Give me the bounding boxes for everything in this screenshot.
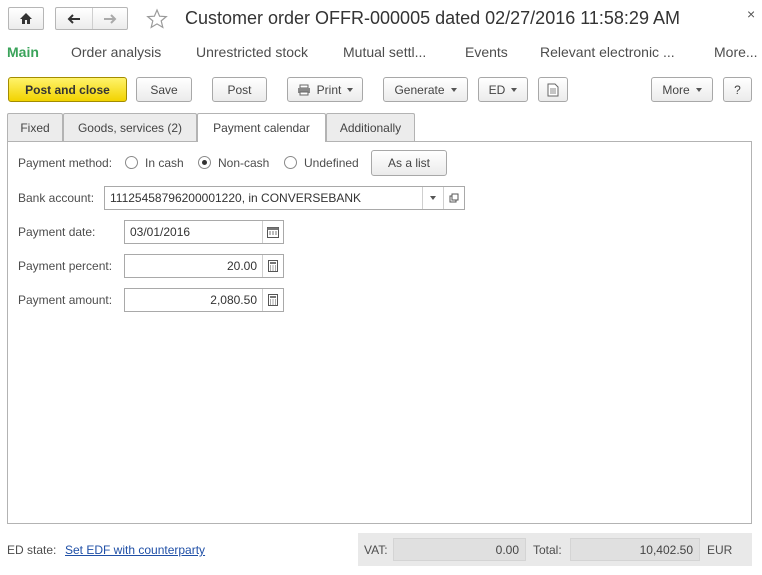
more-label: More [662, 82, 690, 97]
post-button[interactable]: Post [212, 77, 267, 102]
window-title: Customer order OFFR-000005 dated 02/27/2… [185, 8, 680, 28]
bank-account-value: 11125458796200001220, in CONVERSEBANK [110, 191, 362, 205]
ed-button[interactable]: ED [478, 77, 528, 102]
tab-goods-services-label: Goods, services (2) [77, 120, 183, 135]
calendar-button[interactable] [262, 221, 283, 243]
section-order-analysis[interactable]: Order analysis [71, 44, 161, 60]
chevron-down-icon [347, 87, 354, 92]
document-button[interactable] [538, 77, 568, 102]
tab-payment-calendar-label: Payment calendar [213, 121, 310, 135]
calculator-button[interactable] [262, 289, 283, 311]
document-icon [547, 83, 559, 96]
generate-label: Generate [394, 82, 445, 97]
back-button[interactable] [56, 8, 92, 29]
section-more[interactable]: More... [714, 44, 758, 60]
radio-non-cash[interactable] [198, 156, 211, 169]
payment-amount-field[interactable]: 2,080.50 [124, 288, 284, 312]
set-edf-link[interactable]: Set EDF with counterparty [65, 543, 205, 557]
tab-additionally-label: Additionally [339, 120, 402, 135]
calculator-button[interactable] [262, 255, 283, 277]
save-label: Save [150, 82, 178, 97]
radio-non-cash-label[interactable]: Non-cash [218, 156, 269, 170]
total-label: Total: [533, 543, 562, 557]
open-window-icon [449, 193, 459, 203]
ed-label: ED [488, 82, 506, 97]
help-button[interactable]: ? [723, 77, 752, 102]
save-button[interactable]: Save [136, 77, 192, 102]
chevron-down-icon [511, 87, 518, 92]
home-icon [20, 13, 32, 24]
star-icon[interactable] [146, 8, 168, 30]
print-label: Print [316, 82, 342, 97]
chevron-down-icon [450, 87, 457, 92]
payment-amount-value: 2,080.50 [210, 293, 257, 307]
section-unrestricted-stock[interactable]: Unrestricted stock [196, 44, 308, 60]
payment-amount-label: Payment amount: [18, 293, 113, 307]
chevron-down-icon [695, 87, 702, 92]
payment-method-label: Payment method: [18, 156, 113, 170]
more-button[interactable]: More [651, 77, 713, 102]
section-events[interactable]: Events [465, 44, 508, 60]
payment-percent-label: Payment percent: [18, 259, 113, 273]
close-icon[interactable]: × [747, 6, 755, 22]
help-label: ? [734, 82, 741, 97]
arrow-left-icon [67, 13, 80, 24]
forward-button[interactable] [91, 8, 128, 29]
calculator-icon [268, 260, 278, 272]
as-a-list-button[interactable]: As a list [371, 150, 447, 176]
payment-date-value: 03/01/2016 [130, 225, 191, 239]
radio-in-cash[interactable] [125, 156, 138, 169]
ed-state-label: ED state: [7, 543, 57, 557]
open-button[interactable] [443, 187, 464, 209]
tab-additionally[interactable]: Additionally [326, 113, 415, 141]
bank-account-label: Bank account: [18, 191, 95, 205]
tab-fixed[interactable]: Fixed [7, 113, 63, 141]
post-and-close-label: Post and close [25, 82, 110, 97]
vat-label: VAT: [364, 543, 388, 557]
printer-icon [297, 84, 310, 95]
dropdown-button[interactable] [422, 187, 443, 209]
radio-undefined[interactable] [284, 156, 297, 169]
currency-label: EUR [707, 543, 733, 557]
radio-undefined-label[interactable]: Undefined [304, 156, 359, 170]
payment-date-label: Payment date: [18, 225, 96, 239]
post-label: Post [227, 82, 252, 97]
radio-in-cash-label[interactable]: In cash [145, 156, 184, 170]
as-a-list-label: As a list [387, 156, 430, 170]
payment-percent-field[interactable]: 20.00 [124, 254, 284, 278]
tab-goods-services[interactable]: Goods, services (2) [63, 113, 197, 141]
bank-account-field[interactable]: 11125458796200001220, in CONVERSEBANK [104, 186, 465, 210]
payment-percent-value: 20.00 [226, 259, 257, 273]
tab-fixed-label: Fixed [20, 120, 50, 135]
section-main[interactable]: Main [7, 44, 39, 60]
home-button[interactable] [8, 7, 44, 30]
payment-date-field[interactable]: 03/01/2016 [124, 220, 284, 244]
section-mutual-settlements[interactable]: Mutual settl... [343, 44, 426, 60]
tab-payment-calendar[interactable]: Payment calendar [197, 113, 326, 142]
generate-button[interactable]: Generate [383, 77, 468, 102]
calendar-icon [267, 226, 279, 238]
vat-value: 0.00 [393, 538, 526, 561]
history-nav [55, 7, 128, 30]
chevron-down-icon [430, 196, 436, 200]
total-value: 10,402.50 [570, 538, 700, 561]
calculator-icon [268, 294, 278, 306]
post-and-close-button[interactable]: Post and close [8, 77, 127, 102]
print-button[interactable]: Print [287, 77, 363, 102]
section-relevant-electronic[interactable]: Relevant electronic ... [540, 44, 675, 60]
arrow-right-icon [103, 13, 117, 24]
